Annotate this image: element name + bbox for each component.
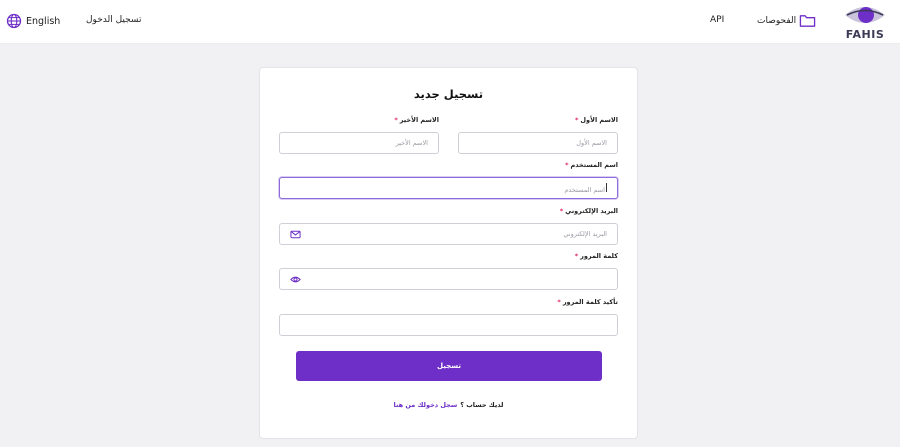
top-navbar: English تسجيل الدخول API الفحوصات FAHIS [0, 0, 900, 44]
password-label: كلمة المرور* [574, 252, 618, 260]
folder-icon [799, 15, 816, 27]
last-name-placeholder: الاسم الأخير [395, 139, 428, 147]
text-caret [606, 182, 607, 192]
email-label: البريد الإلكتروني* [559, 207, 618, 215]
language-label: English [26, 15, 61, 27]
last-name-label: الاسم الأخير* [394, 116, 439, 124]
first-name-field[interactable]: الاسم الأول [458, 132, 618, 154]
login-link[interactable]: تسجيل الدخول [86, 15, 141, 25]
username-label: اسم المستخدم* [565, 161, 618, 169]
required-marker: * [559, 207, 564, 215]
signin-prompt: لديك حساب ؟سجل دخولك من هنا [260, 401, 637, 409]
confirm-password-label: تأكيد كلمة المرور* [557, 298, 618, 306]
email-placeholder: البريد الإلكتروني [563, 230, 607, 238]
last-name-field[interactable]: الاسم الأخير [279, 132, 439, 154]
language-switcher[interactable]: English [6, 12, 60, 30]
confirm-password-field[interactable] [279, 314, 618, 336]
password-field[interactable] [279, 268, 618, 290]
globe-icon [6, 13, 22, 29]
required-marker: * [394, 116, 398, 124]
first-name-placeholder: الاسم الأول [576, 139, 607, 147]
signin-link[interactable]: سجل دخولك من هنا [394, 401, 458, 409]
exams-label: الفحوصات [757, 15, 797, 26]
form-title: تسجيل جديد [413, 87, 484, 101]
register-button[interactable]: تسجيل [296, 351, 602, 381]
eye-icon[interactable] [290, 274, 301, 285]
registration-card: تسجيل جديد الاسم الأول* الاسم الأول الاس… [259, 67, 638, 439]
required-marker: * [557, 298, 561, 306]
first-name-label: الاسم الأول* [575, 116, 618, 124]
mail-icon [290, 229, 301, 240]
eye-logo-icon [845, 7, 885, 23]
required-marker: * [574, 252, 579, 260]
username-placeholder: اسم المستخدم [290, 182, 607, 194]
required-marker: * [575, 116, 579, 124]
username-field[interactable]: اسم المستخدم [279, 177, 618, 199]
required-marker: * [565, 161, 569, 169]
fahis-logo[interactable]: FAHIS [842, 3, 888, 43]
logo-text: FAHIS [845, 28, 885, 41]
exams-link[interactable]: الفحوصات [757, 13, 816, 28]
api-link[interactable]: API [710, 15, 724, 25]
email-field[interactable]: البريد الإلكتروني [279, 223, 618, 245]
have-account-text: لديك حساب ؟ [460, 401, 504, 409]
